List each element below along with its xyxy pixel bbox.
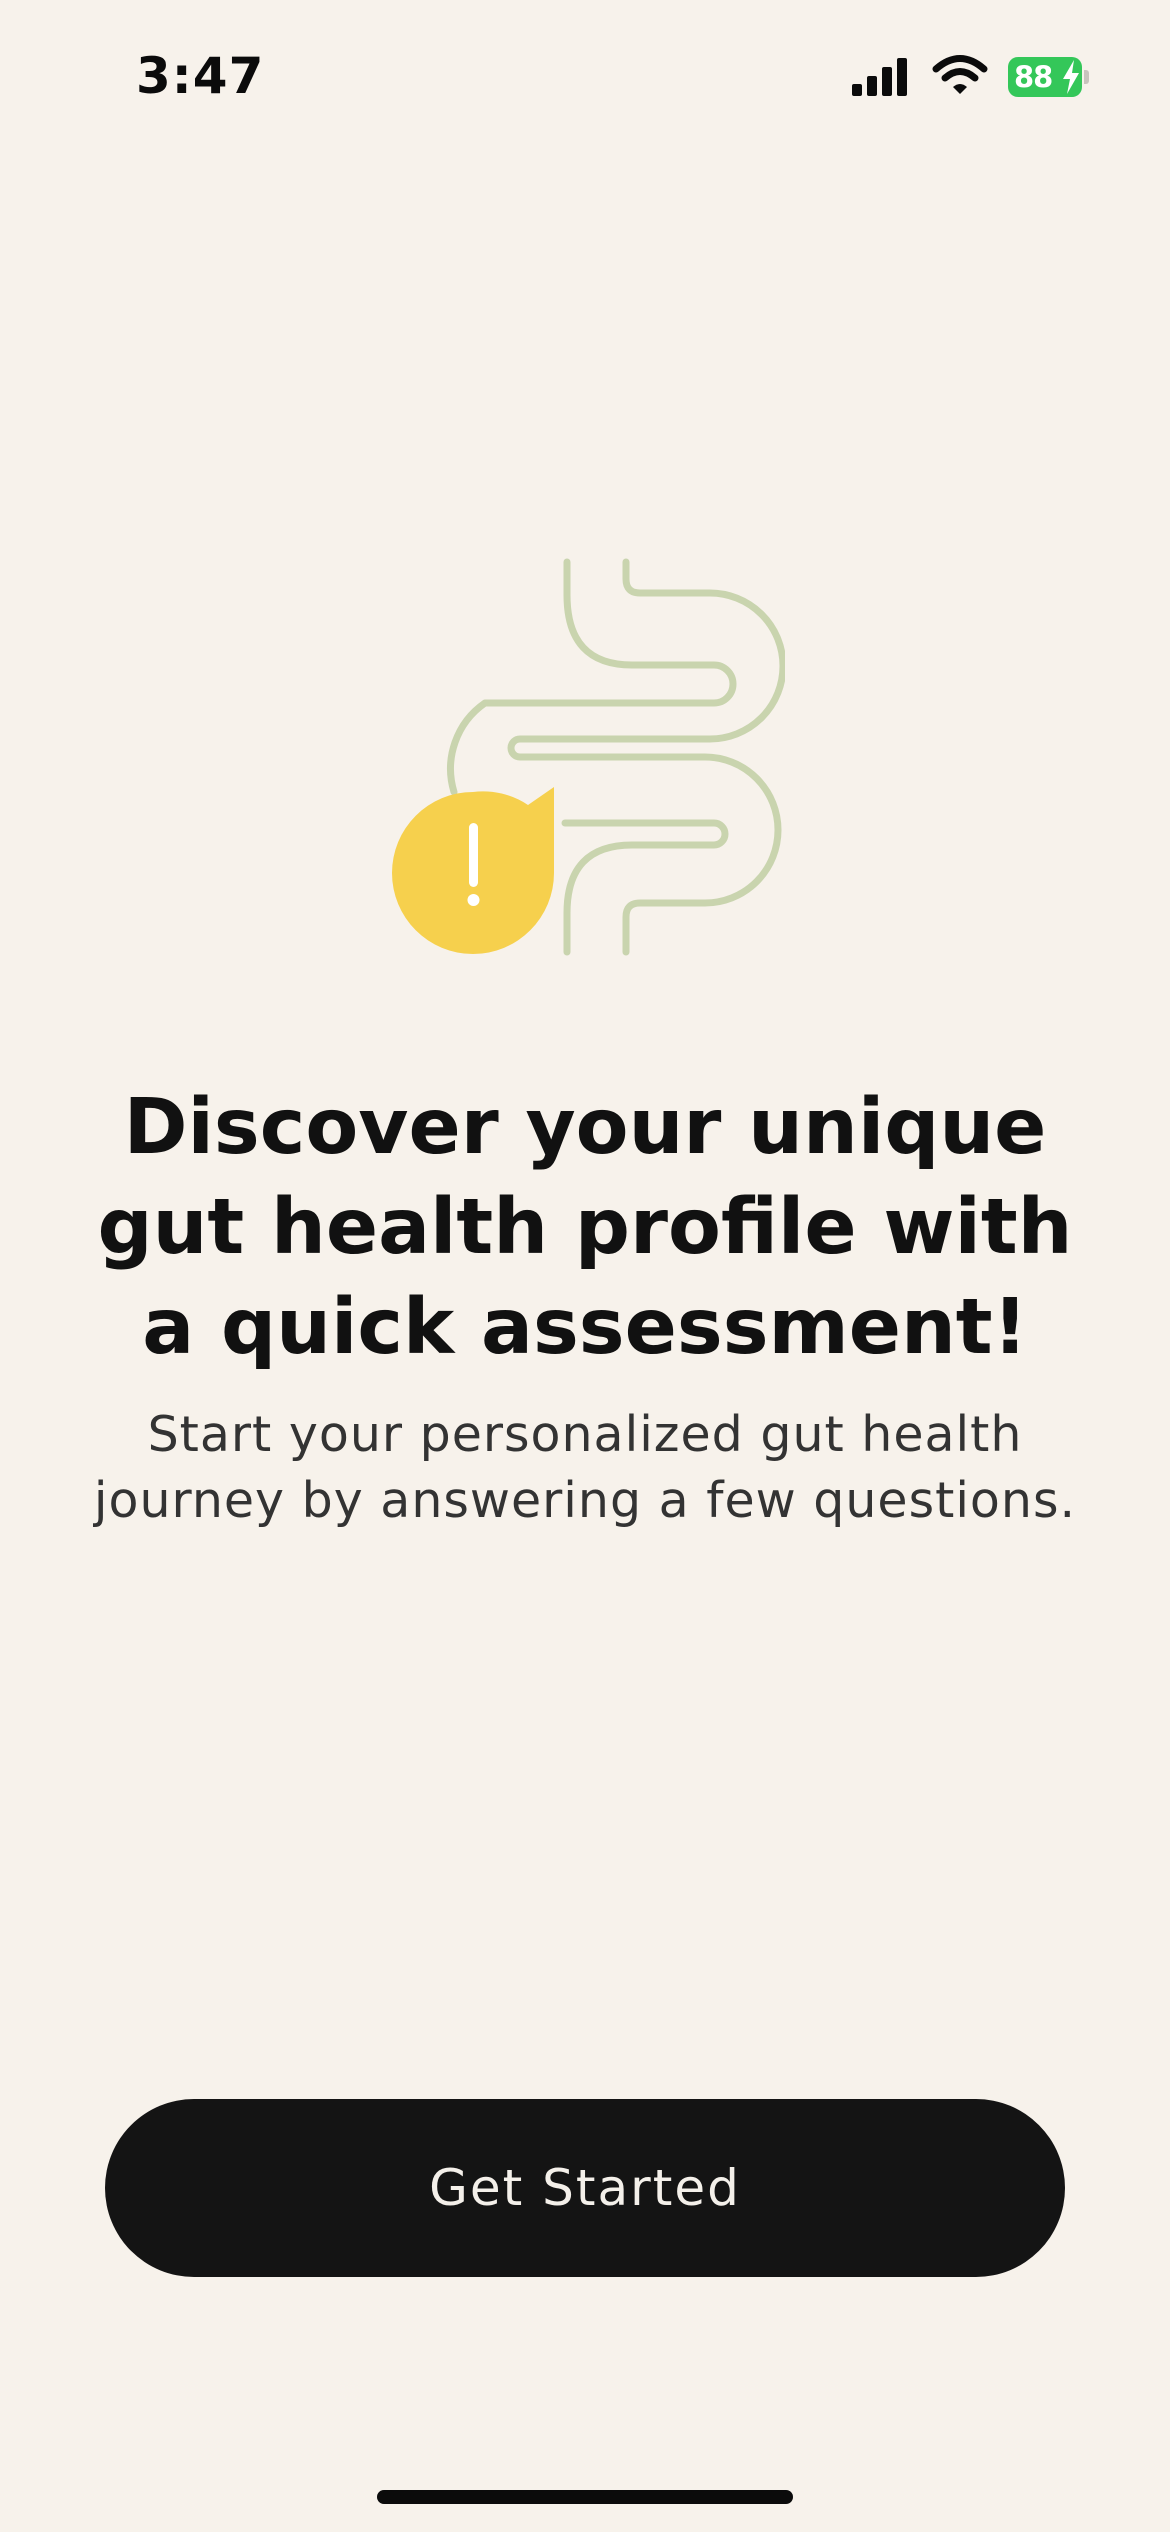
page-title-line: Discover your unique: [123, 1083, 1047, 1172]
battery-cap: [1084, 70, 1089, 84]
page-subtitle-line: journey by answering a few questions.: [93, 1472, 1077, 1529]
home-indicator[interactable]: [377, 2490, 793, 2504]
page-subtitle-line: Start your personalized gut health: [147, 1406, 1023, 1463]
get-started-button[interactable]: Get Started: [105, 2099, 1065, 2277]
page-title: Discover your unique gut health profile …: [60, 1078, 1110, 1378]
status-time: 3:47: [136, 47, 265, 105]
exclamation-icon: [469, 823, 478, 887]
page-title-line: gut health profile with: [97, 1183, 1073, 1272]
page-subtitle: Start your personalized gut health journ…: [60, 1402, 1110, 1534]
page-title-line: a quick assessment!: [142, 1283, 1028, 1372]
cellular-signal-icon: [852, 58, 907, 96]
status-icons: 88: [830, 40, 1170, 120]
battery-level: 88: [1014, 60, 1053, 94]
wifi-icon: [932, 55, 988, 94]
status-bar: 3:47 88: [0, 0, 1170, 150]
charging-bolt-icon: [1063, 60, 1079, 94]
intestine-alert-icon: [392, 558, 785, 956]
alert-bubble-icon: [392, 787, 554, 954]
